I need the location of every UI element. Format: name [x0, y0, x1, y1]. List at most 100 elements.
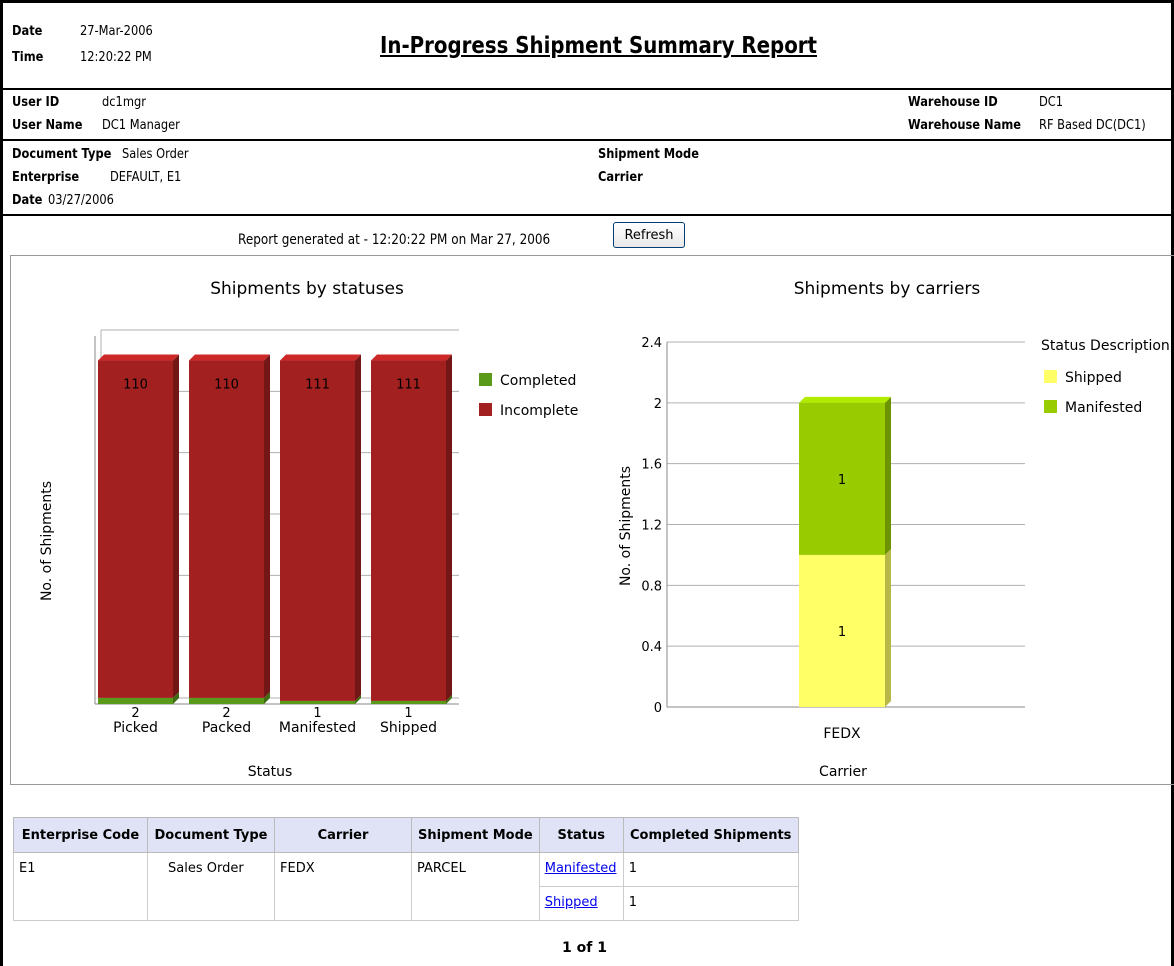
status-link-shipped[interactable]: Shipped: [545, 895, 598, 910]
data-label-incomplete: 111: [305, 378, 330, 393]
document-type-value: Sales Order: [122, 147, 189, 162]
bar-incomplete-packed: [189, 360, 264, 698]
status-chart-legend: Completed Incomplete: [479, 373, 578, 419]
warehouse-name-label: Warehouse Name: [908, 118, 1022, 133]
carrier-chart-legend: Status Description Shipped Manifested: [1041, 338, 1170, 416]
bar-side-incomplete: [355, 354, 361, 701]
category-label-picked: Picked: [113, 720, 158, 736]
cell-completed: 1: [622, 852, 799, 887]
col-enterprise-code: Enterprise Code: [13, 817, 148, 853]
cell-document-type: Sales Order: [147, 852, 275, 921]
page-indicator: 1 of 1: [562, 940, 607, 956]
category-label-fedx: FEDX: [823, 726, 861, 742]
y-tick-label: 2.4: [641, 336, 662, 351]
date-value: 27-Mar-2006: [80, 24, 153, 39]
status-chart-ylabel: No. of Shipments: [39, 481, 55, 601]
warehouse-id-label: Warehouse ID: [908, 95, 998, 110]
time-label: Time: [12, 50, 44, 65]
carrier-label: Carrier: [598, 170, 643, 185]
bar-top: [189, 354, 270, 361]
legend-label-shipped: Shipped: [1065, 370, 1122, 386]
bar-side-incomplete: [264, 354, 270, 698]
status-link-manifested[interactable]: Manifested: [545, 861, 617, 876]
divider: [0, 139, 1174, 141]
carrier-chart: Shipments by carriers No. of Shipments C…: [618, 279, 1170, 780]
legend-label-manifested: Manifested: [1065, 400, 1142, 416]
bar-completed-picked: [98, 697, 173, 704]
bar-side-shipped: [885, 548, 891, 707]
table-row: E1 Sales Order FEDX PARCEL Manifested 1: [13, 852, 799, 921]
y-tick-label: 2: [654, 397, 662, 412]
user-id-label: User ID: [12, 95, 60, 110]
status-chart: Shipments by statuses No. of Shipments S…: [39, 279, 578, 780]
col-completed-shipments: Completed Shipments: [622, 817, 799, 853]
carrier-chart-xlabel: Carrier: [819, 764, 867, 780]
carrier-chart-title: Shipments by carriers: [794, 279, 981, 299]
category-label-manifested: Manifested: [279, 720, 356, 736]
user-name-label: User Name: [12, 118, 83, 133]
shipment-mode-label: Shipment Mode: [598, 147, 699, 162]
charts-svg: Shipments by statuses No. of Shipments S…: [39, 279, 1170, 780]
bar-completed-shipped: [371, 700, 446, 704]
data-label-completed: 1: [404, 706, 412, 721]
bar-side-manifested: [885, 396, 891, 555]
report-generated-text: Report generated at - 12:20:22 PM on Mar…: [238, 232, 551, 248]
bar-incomplete-shipped: [371, 360, 446, 701]
category-label-shipped: Shipped: [380, 720, 437, 736]
carrier-chart-ylabel: No. of Shipments: [618, 466, 634, 586]
y-tick-label: 1.2: [641, 519, 662, 534]
y-tick-label: 1.6: [641, 458, 662, 473]
cell-enterprise: E1: [13, 852, 148, 921]
warehouse-id-value: DC1: [1039, 95, 1064, 110]
data-label-incomplete: 110: [123, 378, 148, 393]
legend-swatch-shipped: [1044, 370, 1057, 383]
bar-incomplete-picked: [98, 360, 173, 698]
time-value: 12:20:22 PM: [80, 50, 152, 65]
criteria-date-label: Date: [12, 193, 43, 208]
warehouse-name-value: RF Based DC(DC1): [1039, 118, 1146, 133]
cell-status: Manifested: [538, 852, 624, 887]
report-title: In-Progress Shipment Summary Report: [380, 33, 818, 59]
data-label-manifested: 1: [838, 473, 846, 488]
data-label-incomplete: 110: [214, 378, 239, 393]
document-type-label: Document Type: [12, 147, 112, 162]
col-status: Status: [538, 817, 624, 853]
table-header-row: Enterprise Code Document Type Carrier Sh…: [13, 817, 799, 853]
cell-completed: 1: [622, 886, 799, 921]
y-tick-label: 0.4: [641, 640, 662, 655]
legend-label-completed: Completed: [500, 373, 576, 389]
legend-swatch-manifested: [1044, 400, 1057, 413]
data-label-completed: 1: [313, 706, 321, 721]
y-tick-label: 0: [654, 701, 662, 716]
bar-side-incomplete: [446, 354, 452, 701]
col-document-type: Document Type: [147, 817, 275, 853]
bar-completed-packed: [189, 697, 264, 704]
bar-top: [371, 354, 452, 361]
data-label-completed: 2: [131, 706, 139, 721]
data-label-incomplete: 111: [396, 378, 421, 393]
legend-swatch-incomplete: [479, 403, 492, 416]
status-chart-title: Shipments by statuses: [210, 279, 404, 299]
date-label: Date: [12, 24, 43, 39]
enterprise-value: DEFAULT, E1: [110, 170, 182, 185]
cell-carrier: FEDX: [274, 852, 412, 921]
legend-title: Status Description: [1041, 338, 1170, 354]
data-label-shipped: 1: [838, 625, 846, 640]
criteria-date-value: 03/27/2006: [48, 193, 114, 208]
cell-status: Shipped: [538, 886, 624, 921]
refresh-button[interactable]: Refresh: [613, 222, 685, 248]
col-shipment-mode: Shipment Mode: [411, 817, 540, 853]
category-label-packed: Packed: [202, 720, 251, 736]
bar-side-incomplete: [173, 354, 179, 698]
bar-incomplete-manifested: [280, 360, 355, 701]
col-carrier: Carrier: [274, 817, 412, 853]
cell-shipment-mode: PARCEL: [411, 852, 540, 921]
bar-top: [799, 396, 891, 403]
user-id-value: dc1mgr: [102, 95, 146, 110]
bar-top: [280, 354, 361, 361]
bar-top: [98, 354, 179, 361]
bar-completed-manifested: [280, 700, 355, 704]
user-name-value: DC1 Manager: [102, 118, 180, 133]
divider: [0, 88, 1174, 90]
enterprise-label: Enterprise: [12, 170, 80, 185]
